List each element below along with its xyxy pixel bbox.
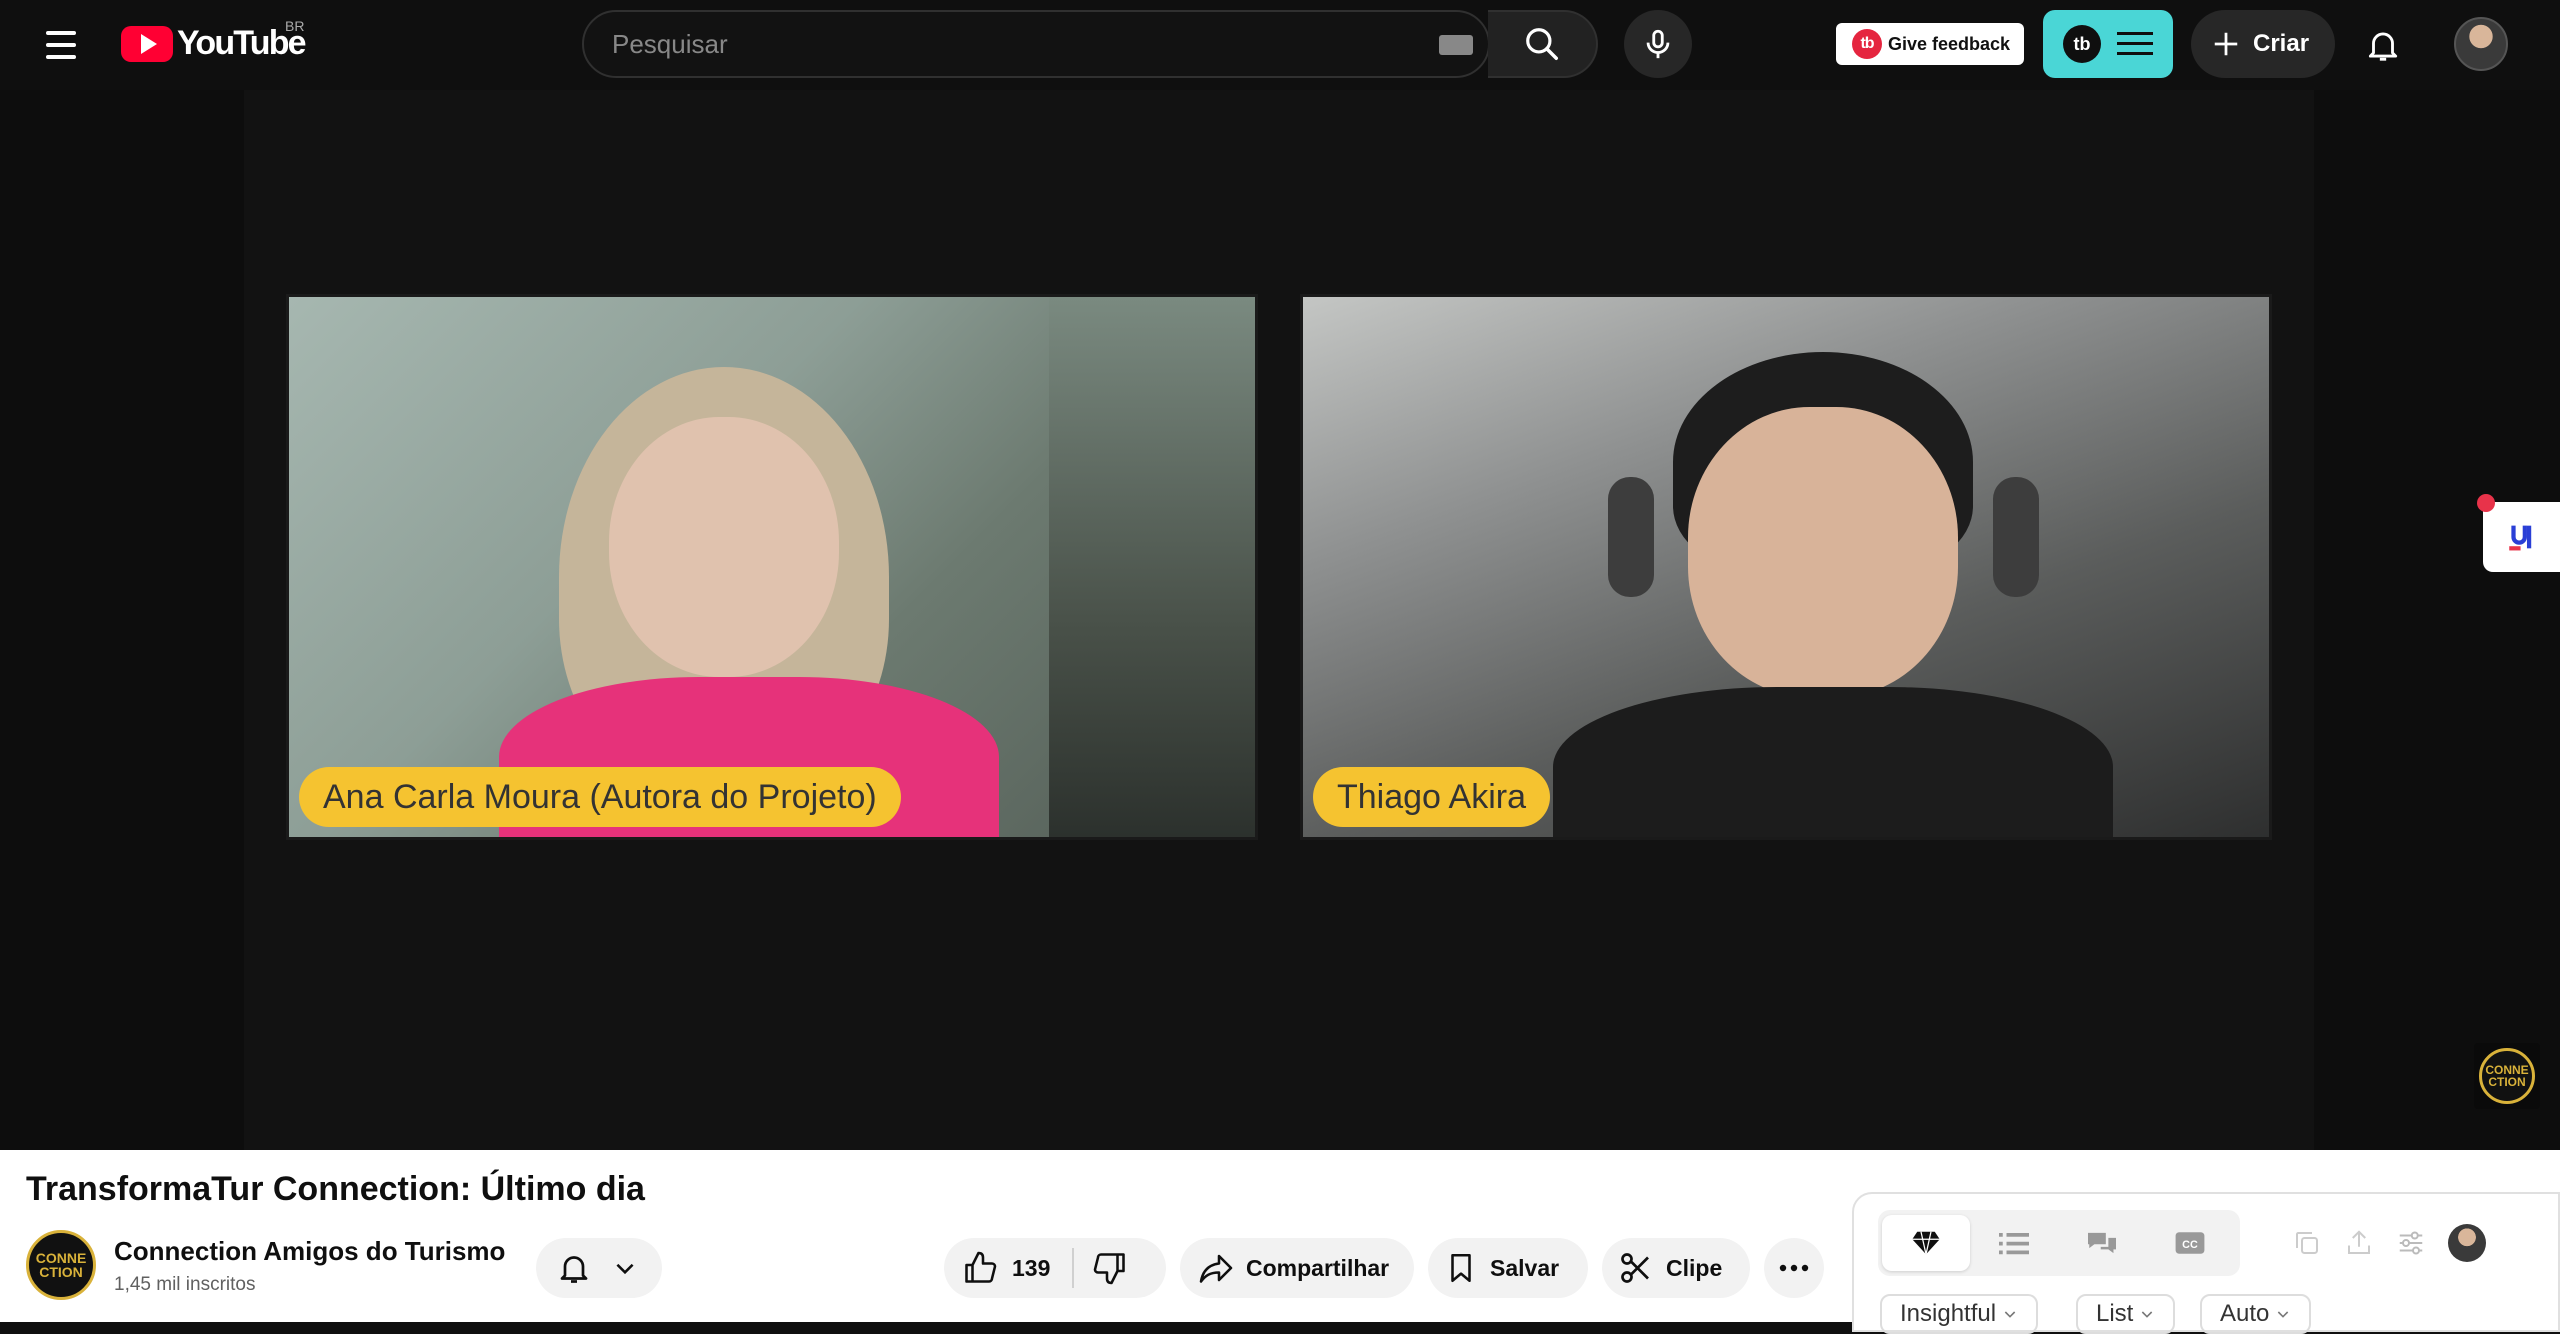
create-label: Criar [2253, 30, 2310, 57]
play-logo-icon [121, 25, 173, 62]
svg-text:CC: CC [2182, 1239, 2198, 1251]
player-margin-left [0, 90, 244, 1150]
like-dislike-group: 139 [944, 1238, 1166, 1298]
headphone-left [1608, 477, 1654, 597]
speaker-face [1688, 407, 1958, 697]
clip-label: Clipe [1666, 1254, 1723, 1281]
share-label: Compartilhar [1246, 1254, 1390, 1281]
channel-watermark-logo: CONNE CTION [2479, 1048, 2535, 1104]
save-button[interactable]: Salvar [1428, 1238, 1588, 1298]
save-label: Salvar [1490, 1254, 1560, 1281]
tubebuddy-icon: tb [2063, 25, 2101, 63]
give-feedback-button[interactable]: tb Give feedback [1836, 23, 2024, 65]
thumbs-up-icon [965, 1251, 997, 1283]
panel-user-avatar[interactable] [2448, 1224, 2486, 1262]
speaker-name-tag: Thiago Akira [1313, 767, 1550, 827]
chevron-down-icon [2278, 1311, 2289, 1318]
keyboard-icon[interactable] [1439, 35, 1473, 55]
extension-logo-icon [2508, 525, 2531, 551]
share-icon [1199, 1254, 1233, 1283]
create-button[interactable]: Criar [2191, 10, 2335, 78]
bookshelf [1049, 297, 1255, 837]
country-code: BR [285, 18, 305, 34]
copy-icon[interactable] [2292, 1228, 2322, 1258]
tubebuddy-logo-icon: tb [1852, 29, 1882, 59]
feedback-label: Give feedback [1888, 33, 2011, 54]
chevron-down-icon [2142, 1311, 2153, 1318]
chip-label: List [2096, 1300, 2134, 1327]
search-box [582, 10, 1490, 78]
chip-label: Insightful [1900, 1300, 1997, 1327]
speaker-frame-ana: Ana Carla Moura (Autora do Projeto) [286, 294, 1258, 840]
dislike-button[interactable] [1074, 1250, 1146, 1286]
hamburger-menu-icon[interactable] [36, 20, 86, 70]
subscriber-count: 1,45 mil inscritos [114, 1274, 256, 1295]
scissors-icon [1621, 1253, 1649, 1283]
search-button[interactable] [1488, 10, 1598, 78]
cc-icon: CC [2175, 1232, 2205, 1254]
bell-icon [2368, 32, 2398, 61]
youtube-logo[interactable]: YouTube [121, 24, 307, 63]
speaker-frame-thiago: Thiago Akira [1300, 294, 2272, 840]
export-icon[interactable] [2344, 1228, 2374, 1258]
video-details: TransformaTur Connection: Último dia CON… [0, 1150, 2560, 1334]
chip-auto[interactable]: Auto [2200, 1294, 2312, 1334]
menu-lines-icon [2117, 32, 2153, 55]
notifications-button[interactable] [2358, 20, 2408, 70]
channel-avatar-logo: CONNE CTION [26, 1230, 96, 1300]
chip-insightful[interactable]: Insightful [1880, 1294, 2039, 1334]
tab-captions[interactable]: CC [2146, 1215, 2234, 1271]
speaker-name-tag: Ana Carla Moura (Autora do Projeto) [299, 767, 901, 827]
top-bar: YouTube BR tb Give feedback tb Criar [0, 0, 2560, 90]
bell-icon [560, 1256, 588, 1283]
gem-icon [1912, 1231, 1940, 1255]
list-icon [1999, 1233, 2029, 1255]
chevron-down-icon [2004, 1311, 2016, 1318]
tab-gem[interactable] [1882, 1215, 1970, 1271]
chat-icon [2088, 1232, 2116, 1254]
chip-list[interactable]: List [2076, 1294, 2176, 1334]
speaker-face [609, 417, 839, 677]
chevron-down-icon [616, 1263, 634, 1275]
microphone-icon [1646, 29, 1670, 59]
subscription-bell-button[interactable] [536, 1238, 662, 1298]
clip-button[interactable]: Clipe [1602, 1238, 1750, 1298]
tab-chat[interactable] [2058, 1215, 2146, 1271]
panel-tabs: CC [1878, 1210, 2240, 1276]
voice-search-button[interactable] [1624, 10, 1692, 78]
bookmark-icon [1451, 1253, 1471, 1283]
share-button[interactable]: Compartilhar [1180, 1238, 1414, 1298]
search-icon [1526, 28, 1558, 60]
search-input[interactable] [584, 12, 1488, 76]
tab-list[interactable] [1970, 1215, 2058, 1271]
more-horizontal-icon [1779, 1264, 1809, 1272]
more-actions-button[interactable] [1764, 1238, 1824, 1298]
speaker-body [1553, 687, 2113, 837]
thumbs-down-icon [1094, 1253, 1126, 1285]
channel-watermark[interactable]: CONNE CTION [2474, 1043, 2540, 1109]
channel-avatar[interactable]: CONNE CTION [26, 1230, 96, 1300]
player-margin-right [2314, 90, 2560, 1150]
tubebuddy-menu-button[interactable]: tb [2043, 10, 2173, 78]
notification-dot [2477, 494, 2495, 512]
video-title: TransformaTur Connection: Último dia [26, 1170, 645, 1208]
channel-name[interactable]: Connection Amigos do Turismo [114, 1236, 505, 1267]
extension-side-widget[interactable] [2477, 494, 2560, 572]
headphone-right [1993, 477, 2039, 597]
chip-label: Auto [2220, 1300, 2270, 1327]
like-button[interactable]: 139 [944, 1250, 1072, 1286]
plus-icon [2214, 32, 2238, 56]
like-count: 139 [1012, 1254, 1051, 1281]
panel-toolbar [2292, 1224, 2486, 1262]
sliders-icon[interactable] [2396, 1228, 2426, 1258]
user-avatar[interactable] [2454, 17, 2508, 71]
